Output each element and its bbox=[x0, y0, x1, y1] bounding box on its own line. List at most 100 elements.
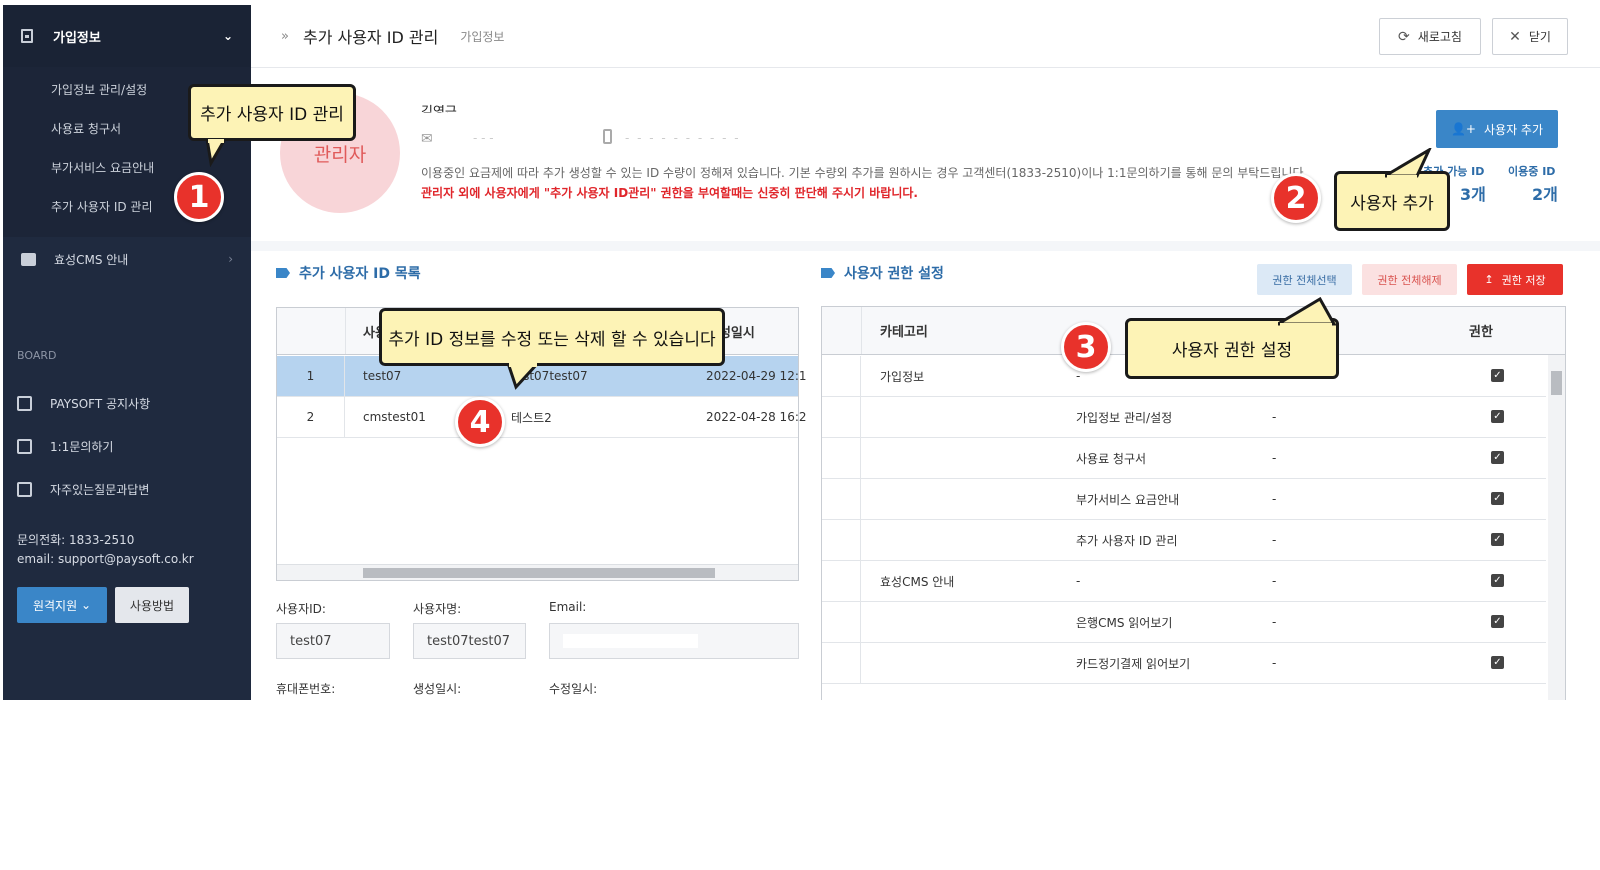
user-id-label: 사용자ID: bbox=[276, 602, 326, 616]
user-name-label: 사용자명: bbox=[413, 602, 462, 616]
col-perm[interactable]: 권한 bbox=[1469, 307, 1493, 354]
row-user-name: 테스트2 bbox=[511, 410, 552, 425]
callout-text: 사용자 추가 bbox=[1350, 193, 1434, 214]
refresh-button[interactable]: ⟳ 새로고침 bbox=[1379, 18, 1481, 55]
callout-pointer bbox=[1385, 148, 1432, 180]
clear-all-perm-button[interactable]: 권한 전체해제 bbox=[1362, 264, 1457, 295]
perm-checkbox[interactable]: ✓ bbox=[1491, 492, 1504, 505]
callout-pointer bbox=[205, 139, 227, 167]
refresh-label: 새로고침 bbox=[1417, 30, 1462, 44]
contact-info: 문의전화: 1833-2510 email: support@paysoft.c… bbox=[3, 511, 251, 569]
select-all-perm-button[interactable]: 권한 전체선택 bbox=[1257, 264, 1352, 295]
document-icon bbox=[17, 482, 32, 497]
user-list-title: 추가 사용자 ID 목록 bbox=[276, 263, 421, 283]
page-title: 추가 사용자 ID 관리 bbox=[302, 28, 439, 47]
close-icon: ✕ bbox=[1509, 28, 1521, 45]
row-user-id: cmstest01 bbox=[363, 410, 426, 424]
perm-checkbox[interactable]: ✓ bbox=[1491, 410, 1504, 423]
remote-support-label: 원격지원 bbox=[32, 598, 78, 613]
table-row[interactable]: 효성CMS 안내 - - ✓ bbox=[822, 561, 1546, 602]
perm-menu: 카드정기결제 읽어보기 bbox=[1076, 656, 1191, 671]
contact-phone: 문의전화: 1833-2510 bbox=[17, 533, 135, 547]
badge-3: 3 bbox=[1061, 322, 1111, 372]
profile-name: 김영근 bbox=[421, 105, 457, 113]
perm-menu: - bbox=[1076, 574, 1081, 588]
remote-support-button[interactable]: 원격지원 ⌄ bbox=[17, 587, 107, 623]
callout-text: 추가 ID 정보를 수정 또는 삭제 할 수 있습니다 bbox=[388, 329, 716, 350]
edit-icon bbox=[17, 439, 32, 454]
perm-menu: 부가서비스 요금안내 bbox=[1076, 492, 1180, 507]
perm-title-text: 사용자 권한 설정 bbox=[844, 266, 944, 282]
phone-label: 휴대폰번호: bbox=[276, 682, 336, 696]
phone-icon bbox=[603, 129, 612, 144]
sidebar-item-cms[interactable]: 효성CMS 안내 › bbox=[3, 237, 251, 281]
modified-label: 수정일시: bbox=[549, 682, 598, 696]
using-id-value: 2개 bbox=[1532, 185, 1558, 204]
sidebar-item-faq[interactable]: 자주있는질문과답변 bbox=[3, 468, 251, 511]
perm-title: 사용자 권한 설정 bbox=[821, 263, 944, 283]
callout-pointer bbox=[506, 363, 541, 390]
sidebar-cms-label: 효성CMS 안내 bbox=[54, 252, 129, 267]
callout-text: 사용자 권한 설정 bbox=[1171, 341, 1293, 361]
table-row[interactable]: 추가 사용자 ID 관리 - ✓ bbox=[822, 520, 1546, 561]
add-user-label: 사용자 추가 bbox=[1483, 122, 1543, 137]
table-row[interactable]: 사용료 청구서 - ✓ bbox=[822, 438, 1546, 479]
notice-info: 이용중인 요금제에 따라 추가 생성할 수 있는 ID 수량이 정해져 있습니다… bbox=[421, 166, 1308, 180]
perm-checkbox[interactable]: ✓ bbox=[1491, 451, 1504, 464]
perm-extra: - bbox=[1272, 656, 1277, 670]
callout-edit-delete: 추가 ID 정보를 수정 또는 삭제 할 수 있습니다 bbox=[379, 308, 725, 390]
user-name-field[interactable]: test07test07 bbox=[413, 623, 526, 659]
perm-extra: - bbox=[1272, 615, 1277, 629]
perm-checkbox[interactable]: ✓ bbox=[1491, 656, 1504, 669]
phone-masked: - - - - - - - - - - bbox=[625, 131, 741, 145]
upload-icon: ↥ bbox=[1484, 273, 1494, 286]
scroll-thumb[interactable] bbox=[363, 568, 715, 578]
vertical-scrollbar[interactable] bbox=[1548, 355, 1565, 700]
email-masked-value bbox=[563, 634, 698, 648]
save-perm-label: 권한 저장 bbox=[1501, 273, 1546, 287]
perm-menu: 추가 사용자 ID 관리 bbox=[1076, 533, 1178, 548]
card-icon bbox=[21, 252, 36, 266]
email-masked: - - - bbox=[473, 131, 494, 145]
table-row[interactable]: 은행CMS 읽어보기 - ✓ bbox=[822, 602, 1546, 643]
callout-permission: 사용자 권한 설정 bbox=[1125, 297, 1339, 379]
scroll-thumb[interactable] bbox=[1551, 371, 1562, 395]
perm-checkbox[interactable]: ✓ bbox=[1491, 615, 1504, 628]
table-row[interactable]: 가입정보 관리/설정 - ✓ bbox=[822, 397, 1546, 438]
perm-checkbox[interactable]: ✓ bbox=[1491, 574, 1504, 587]
howto-button[interactable]: 사용방법 bbox=[115, 587, 189, 623]
notice-label: PAYSOFT 공지사항 bbox=[50, 397, 151, 411]
save-perm-button[interactable]: ↥ 권한 저장 bbox=[1467, 264, 1563, 295]
row-created: 2022-04-28 16:2 bbox=[706, 410, 807, 424]
badge-2: 2 bbox=[1271, 173, 1321, 223]
perm-menu: 가입정보 관리/설정 bbox=[1076, 410, 1173, 425]
perm-checkbox[interactable]: ✓ bbox=[1491, 369, 1504, 382]
close-button[interactable]: ✕ 닫기 bbox=[1492, 18, 1568, 55]
sidebar-item-inquiry[interactable]: 1:1문의하기 bbox=[3, 425, 251, 468]
tag-icon bbox=[821, 268, 835, 278]
table-row[interactable]: 카드정기결제 읽어보기 - ✓ bbox=[822, 643, 1546, 684]
sidebar-group-signup[interactable]: 가입정보 ⌄ bbox=[3, 5, 251, 67]
created-label: 생성일시: bbox=[413, 682, 462, 696]
perm-checkbox[interactable]: ✓ bbox=[1491, 533, 1504, 546]
breadcrumb: 가입정보 bbox=[460, 29, 505, 44]
sidebar-item-notice[interactable]: PAYSOFT 공지사항 bbox=[3, 382, 251, 425]
user-id-field[interactable]: test07 bbox=[276, 623, 390, 659]
add-user-button[interactable]: 👤+ 사용자 추가 bbox=[1436, 110, 1558, 148]
inquiry-label: 1:1문의하기 bbox=[50, 440, 114, 454]
perm-extra: - bbox=[1272, 533, 1277, 547]
user-plus-icon: 👤+ bbox=[1450, 122, 1476, 136]
app-window: 가입정보 ⌄ 가입정보 관리/설정 사용료 청구서 부가서비스 요금안내 추가 … bbox=[3, 5, 1600, 700]
chevron-right-icon: › bbox=[228, 252, 233, 266]
col-category[interactable]: 카테고리 bbox=[880, 307, 928, 354]
table-row[interactable]: 부가서비스 요금안내 - ✓ bbox=[822, 479, 1546, 520]
mail-icon bbox=[17, 396, 32, 411]
table-row[interactable]: 2 cmstest01 테스트2 2022-04-28 16:2 bbox=[277, 397, 807, 438]
horizontal-scrollbar[interactable] bbox=[277, 564, 798, 580]
callout-text: 추가 사용자 ID 관리 bbox=[200, 105, 344, 125]
perm-extra: - bbox=[1272, 451, 1277, 465]
using-id-label: 이용중 ID bbox=[1508, 165, 1556, 178]
email-field[interactable] bbox=[549, 623, 799, 659]
badge-1: 1 bbox=[174, 172, 224, 222]
perm-extra: - bbox=[1272, 574, 1277, 588]
